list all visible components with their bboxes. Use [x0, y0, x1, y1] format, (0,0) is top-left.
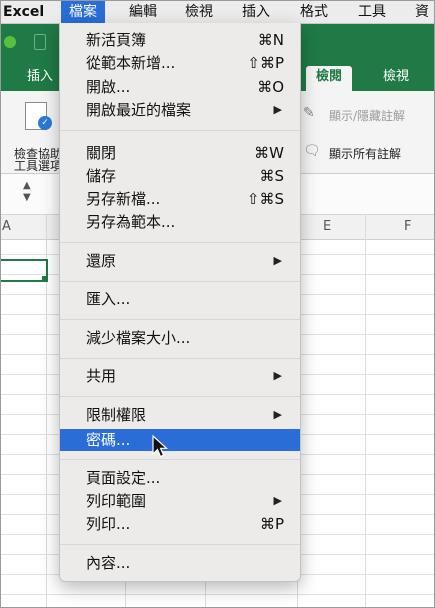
- show-hide-comments-button[interactable]: 顯示/隱藏註解: [329, 107, 405, 124]
- menu-item-save[interactable]: 儲存 ⌘S: [60, 166, 300, 186]
- submenu-arrow-icon: ▶: [273, 103, 282, 116]
- menu-separator: [60, 358, 300, 359]
- menu-item-shortcut: ⌘W: [254, 144, 284, 162]
- submenu-arrow-icon: ▶: [273, 494, 282, 507]
- menu-item-print-area[interactable]: 列印範圍 ▶: [60, 491, 300, 511]
- menu-item-label: 開啟...: [86, 78, 131, 96]
- active-cell[interactable]: [1, 259, 48, 282]
- menu-item-print[interactable]: 列印... ⌘P: [60, 514, 300, 534]
- menu-item-shortcut: ⌘P: [259, 515, 284, 533]
- accessibility-check-icon: ✓: [38, 116, 52, 130]
- menu-item-close[interactable]: 關閉 ⌘W: [60, 143, 300, 163]
- menu-item-new-workbook[interactable]: 新活頁簿 ⌘N: [60, 30, 300, 50]
- show-hide-comments-icon: ✎: [303, 105, 315, 121]
- menu-item-label: 列印...: [86, 515, 131, 533]
- menubar-item-insert[interactable]: 插入: [242, 1, 270, 23]
- grid-line: [365, 215, 366, 607]
- sidebar-toggle-icon[interactable]: [34, 34, 46, 50]
- tab-review[interactable]: 檢閱: [306, 66, 353, 91]
- menubar-item-file[interactable]: 檔案: [61, 1, 105, 23]
- menu-item-reduce-file-size[interactable]: 減少檔案大小...: [60, 328, 300, 348]
- menu-separator: [60, 319, 300, 320]
- menu-item-shortcut: ⌘O: [257, 78, 284, 96]
- menubar-item-format[interactable]: 格式: [300, 1, 328, 23]
- menubar-item-edit[interactable]: 編輯: [129, 1, 157, 23]
- show-all-comments-icon: 🗨: [303, 143, 321, 159]
- menu-separator: [60, 242, 300, 243]
- menu-separator: [60, 459, 300, 460]
- menu-item-save-as[interactable]: 另存新檔... ⇧⌘S: [60, 189, 300, 209]
- menu-item-label: 密碼...: [86, 431, 131, 449]
- menu-item-label: 另存新檔...: [86, 190, 161, 208]
- menu-item-label: 限制權限: [86, 406, 147, 424]
- menu-item-label: 開啟最近的檔案: [86, 101, 192, 119]
- mouse-pointer-icon: [152, 435, 169, 458]
- menu-item-save-as-template[interactable]: 另存為範本...: [60, 212, 300, 232]
- check-accessibility-label-2[interactable]: 工具選項: [14, 157, 62, 174]
- menubar: Excel 檔案 編輯 檢視 插入 格式 工具 資: [1, 1, 434, 24]
- submenu-arrow-icon: ▶: [273, 254, 282, 267]
- menu-item-password[interactable]: 密碼...: [60, 429, 300, 451]
- menu-item-page-setup[interactable]: 頁面設定...: [60, 468, 300, 488]
- name-box-stepper-icon[interactable]: ▲ ▼: [23, 180, 31, 204]
- menu-item-share[interactable]: 共用 ▶: [60, 366, 300, 386]
- menu-item-shortcut: ⇧⌘S: [246, 190, 284, 208]
- tab-insert[interactable]: 插入: [17, 66, 63, 91]
- menubar-item-tools[interactable]: 工具: [358, 1, 386, 23]
- menu-item-import[interactable]: 匯入...: [60, 289, 300, 309]
- menu-item-properties[interactable]: 內容...: [60, 553, 300, 573]
- menu-item-label: 儲存: [86, 167, 117, 185]
- column-header-f[interactable]: F: [404, 219, 411, 234]
- menu-item-label: 內容...: [86, 554, 131, 572]
- menu-item-open[interactable]: 開啟... ⌘O: [60, 77, 300, 97]
- tab-view[interactable]: 檢視: [373, 66, 419, 91]
- show-all-comments-button[interactable]: 顯示所有註解: [329, 145, 401, 162]
- fill-handle[interactable]: [42, 276, 47, 281]
- menu-item-label: 還原: [86, 252, 117, 270]
- menu-separator: [60, 130, 300, 131]
- menubar-item-data[interactable]: 資: [415, 1, 429, 23]
- menu-separator: [60, 544, 300, 545]
- menu-item-label: 減少檔案大小...: [86, 329, 191, 347]
- menubar-app-name[interactable]: Excel: [3, 1, 44, 23]
- menu-separator: [60, 396, 300, 397]
- menu-separator: [60, 281, 300, 282]
- column-header-a[interactable]: A: [2, 219, 11, 234]
- submenu-arrow-icon: ▶: [273, 369, 282, 382]
- app-window: Excel 檔案 編輯 檢視 插入 格式 工具 資 插入 檢閱 檢視 ✓ 檢查協…: [0, 0, 435, 608]
- menu-item-label: 另存為範本...: [86, 213, 176, 231]
- submenu-arrow-icon: ▶: [273, 408, 282, 421]
- menu-item-label: 新活頁簿: [86, 31, 147, 49]
- menu-item-shortcut: ⇧⌘P: [247, 54, 284, 72]
- column-header-e[interactable]: E: [323, 219, 331, 234]
- menu-item-shortcut: ⌘N: [257, 31, 284, 49]
- menu-item-label: 共用: [86, 367, 117, 385]
- menu-item-shortcut: ⌘S: [259, 167, 284, 185]
- menu-item-label: 從範本新增...: [86, 54, 176, 72]
- window-close-light[interactable]: [4, 36, 16, 48]
- menu-item-restrict-permission[interactable]: 限制權限 ▶: [60, 405, 300, 425]
- menu-item-new-from-template[interactable]: 從範本新增... ⇧⌘P: [60, 53, 300, 73]
- file-menu: 新活頁簿 ⌘N 從範本新增... ⇧⌘P 開啟... ⌘O 開啟最近的檔案 ▶ …: [59, 23, 301, 582]
- menu-item-revert[interactable]: 還原 ▶: [60, 251, 300, 271]
- menu-item-label: 關閉: [86, 144, 117, 162]
- menu-item-open-recent[interactable]: 開啟最近的檔案 ▶: [60, 100, 300, 120]
- menu-item-label: 匯入...: [86, 290, 131, 308]
- menu-item-label: 列印範圍: [86, 492, 147, 510]
- menubar-item-view[interactable]: 檢視: [185, 1, 213, 23]
- menu-item-label: 頁面設定...: [86, 469, 161, 487]
